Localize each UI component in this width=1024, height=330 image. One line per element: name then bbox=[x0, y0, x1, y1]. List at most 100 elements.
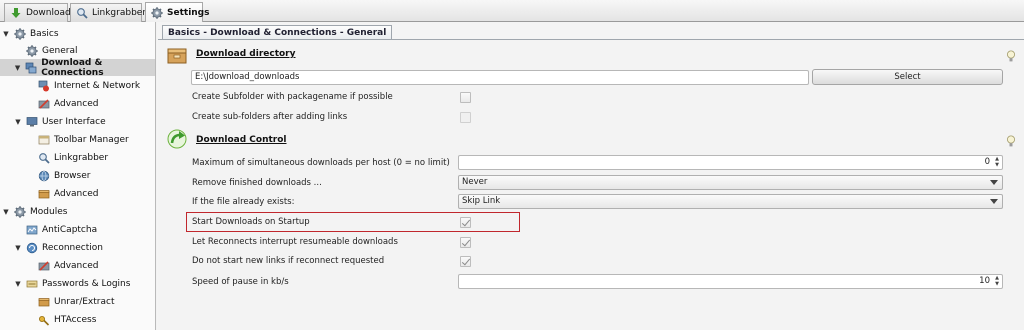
max-downloads-spinner[interactable]: 0 ▲ ▼ bbox=[458, 155, 1003, 170]
folder-box-icon bbox=[167, 48, 187, 64]
pause-speed-label: Speed of pause in kb/s bbox=[192, 277, 289, 287]
sidebar-item-user-interface[interactable]: ▼ User Interface bbox=[0, 113, 155, 130]
chevron-down-icon bbox=[990, 180, 998, 185]
captcha-icon bbox=[26, 224, 38, 236]
sidebar-item-label: AntiCaptcha bbox=[42, 224, 98, 235]
remove-finished-value: Never bbox=[462, 177, 488, 187]
expand-arrow-icon[interactable]: ▼ bbox=[14, 118, 22, 126]
advanced-tools-icon bbox=[38, 260, 50, 272]
tab-download[interactable]: Download bbox=[4, 3, 71, 22]
tab-download-label: Download bbox=[26, 8, 71, 18]
gear-icon bbox=[14, 28, 26, 40]
remove-finished-label: Remove finished downloads ... bbox=[192, 178, 322, 188]
browser-icon bbox=[38, 170, 50, 182]
sidebar-item-general[interactable]: General bbox=[0, 42, 155, 59]
sidebar-item-label: Linkgrabber bbox=[54, 152, 109, 163]
toolbar-icon bbox=[38, 134, 50, 146]
sidebar-item-unrar-extract[interactable]: Unrar/Extract bbox=[0, 293, 155, 310]
pause-speed-spinner[interactable]: 10 ▲ ▼ bbox=[458, 274, 1003, 289]
panel-tab-basics-general[interactable]: Basics - Download & Connections - Genera… bbox=[162, 25, 393, 40]
sidebar-item-label: General bbox=[42, 45, 78, 56]
sidebar-item-linkgrabber[interactable]: Linkgrabber bbox=[0, 149, 155, 166]
spinner-arrows-icon[interactable]: ▲ ▼ bbox=[993, 156, 1001, 168]
sidebar-item-label: Advanced bbox=[54, 260, 99, 271]
settings-sidebar: ▼ Basics General ▼ Download & Connection… bbox=[0, 22, 156, 330]
password-icon bbox=[26, 278, 38, 290]
sidebar-item-label: Basics bbox=[30, 28, 59, 39]
gear-icon bbox=[14, 206, 26, 218]
sidebar-item-label: Unrar/Extract bbox=[54, 296, 115, 307]
chevron-down-icon bbox=[990, 199, 998, 204]
download-arrow-icon bbox=[10, 7, 22, 19]
linkgrabber-icon bbox=[76, 7, 88, 19]
file-exists-label: If the file already exists: bbox=[192, 197, 295, 207]
reconnects-interrupt-checkbox[interactable] bbox=[460, 237, 471, 248]
remove-finished-dropdown[interactable]: Never bbox=[458, 175, 1003, 190]
create-subfolders-after-adding-label: Create sub-folders after adding links bbox=[192, 112, 348, 122]
expand-arrow-icon[interactable]: ▼ bbox=[2, 30, 10, 38]
expand-arrow-icon[interactable]: ▼ bbox=[14, 280, 22, 288]
tab-settings-label: Settings bbox=[167, 7, 210, 18]
green-arrow-icon bbox=[167, 129, 187, 149]
sidebar-item-download-connections[interactable]: ▼ Download & Connections bbox=[0, 57, 155, 78]
download-directory-path-input[interactable]: E:\Jdownload_downloads bbox=[191, 70, 809, 85]
file-exists-dropdown[interactable]: Skip Link bbox=[458, 194, 1003, 209]
key-icon bbox=[38, 314, 50, 326]
sidebar-item-label: Advanced bbox=[54, 98, 99, 109]
lightbulb-icon[interactable] bbox=[1006, 135, 1016, 148]
max-downloads-label: Maximum of simultaneous downloads per ho… bbox=[192, 158, 450, 168]
select-directory-button[interactable]: Select bbox=[812, 69, 1003, 85]
expand-arrow-icon[interactable]: ▼ bbox=[14, 64, 21, 72]
sidebar-item-browser[interactable]: Browser bbox=[0, 167, 155, 184]
monitor-icon bbox=[26, 116, 38, 128]
network-icon bbox=[25, 62, 37, 74]
reconnects-interrupt-label: Let Reconnects interrupt resumeable down… bbox=[192, 237, 398, 247]
download-directory-title: Download directory bbox=[196, 49, 296, 59]
start-on-startup-checkbox[interactable] bbox=[460, 217, 471, 228]
tab-linkgrabber-label: Linkgrabber bbox=[92, 8, 147, 18]
sidebar-item-label: Advanced bbox=[54, 188, 99, 199]
tab-linkgrabber[interactable]: Linkgrabber bbox=[70, 3, 146, 22]
sidebar-item-htaccess[interactable]: HTAccess bbox=[0, 311, 155, 328]
archive-box-icon bbox=[38, 296, 50, 308]
sidebar-item-toolbar-manager[interactable]: Toolbar Manager bbox=[0, 131, 155, 148]
expand-arrow-icon[interactable]: ▼ bbox=[14, 244, 22, 252]
sidebar-item-label: Browser bbox=[54, 170, 91, 181]
main-tab-bar: Download Linkgrabber Settings bbox=[0, 0, 1024, 22]
sidebar-item-advanced-reconnection[interactable]: Advanced bbox=[0, 257, 155, 274]
sidebar-item-advanced-ui[interactable]: Advanced bbox=[0, 185, 155, 202]
sidebar-item-label: Reconnection bbox=[42, 242, 103, 253]
advanced-box-icon bbox=[38, 188, 50, 200]
settings-main: Basics - Download & Connections - Genera… bbox=[157, 22, 1024, 330]
sidebar-item-internet-network[interactable]: Internet & Network bbox=[0, 77, 155, 94]
no-new-links-label: Do not start new links if reconnect requ… bbox=[192, 256, 385, 266]
gear-icon bbox=[151, 7, 163, 19]
create-subfolder-label: Create Subfolder with packagename if pos… bbox=[192, 92, 393, 102]
max-downloads-value: 0 bbox=[984, 157, 990, 167]
expand-arrow-icon[interactable]: ▼ bbox=[2, 208, 10, 216]
tab-settings[interactable]: Settings bbox=[145, 2, 209, 22]
sidebar-item-anticaptcha[interactable]: AntiCaptcha bbox=[0, 221, 155, 238]
lightbulb-icon[interactable] bbox=[1006, 50, 1016, 63]
no-new-links-checkbox[interactable] bbox=[460, 256, 471, 267]
sidebar-item-label: Modules bbox=[30, 206, 68, 217]
advanced-tools-icon bbox=[38, 98, 50, 110]
sidebar-item-label: Passwords & Logins bbox=[42, 278, 131, 289]
sidebar-item-label: Toolbar Manager bbox=[54, 134, 129, 145]
sidebar-item-reconnection[interactable]: ▼ Reconnection bbox=[0, 239, 155, 256]
sidebar-item-passwords-logins[interactable]: ▼ Passwords & Logins bbox=[0, 275, 155, 292]
create-subfolder-checkbox[interactable] bbox=[460, 92, 471, 103]
sidebar-item-modules[interactable]: ▼ Modules bbox=[0, 203, 155, 220]
create-subfolders-after-adding-checkbox[interactable] bbox=[460, 112, 471, 123]
sidebar-item-label: Download & Connections bbox=[41, 57, 104, 78]
start-on-startup-label: Start Downloads on Startup bbox=[192, 217, 310, 227]
spinner-arrows-icon[interactable]: ▲ ▼ bbox=[993, 275, 1001, 287]
sidebar-item-advanced-connections[interactable]: Advanced bbox=[0, 95, 155, 112]
sidebar-item-label: Internet & Network bbox=[54, 80, 141, 91]
sidebar-item-label: HTAccess bbox=[54, 314, 97, 325]
gear-icon bbox=[26, 45, 38, 57]
download-control-title: Download Control bbox=[196, 135, 287, 145]
file-exists-value: Skip Link bbox=[462, 196, 501, 206]
sidebar-item-basics[interactable]: ▼ Basics bbox=[0, 25, 155, 42]
pause-speed-value: 10 bbox=[979, 276, 990, 286]
